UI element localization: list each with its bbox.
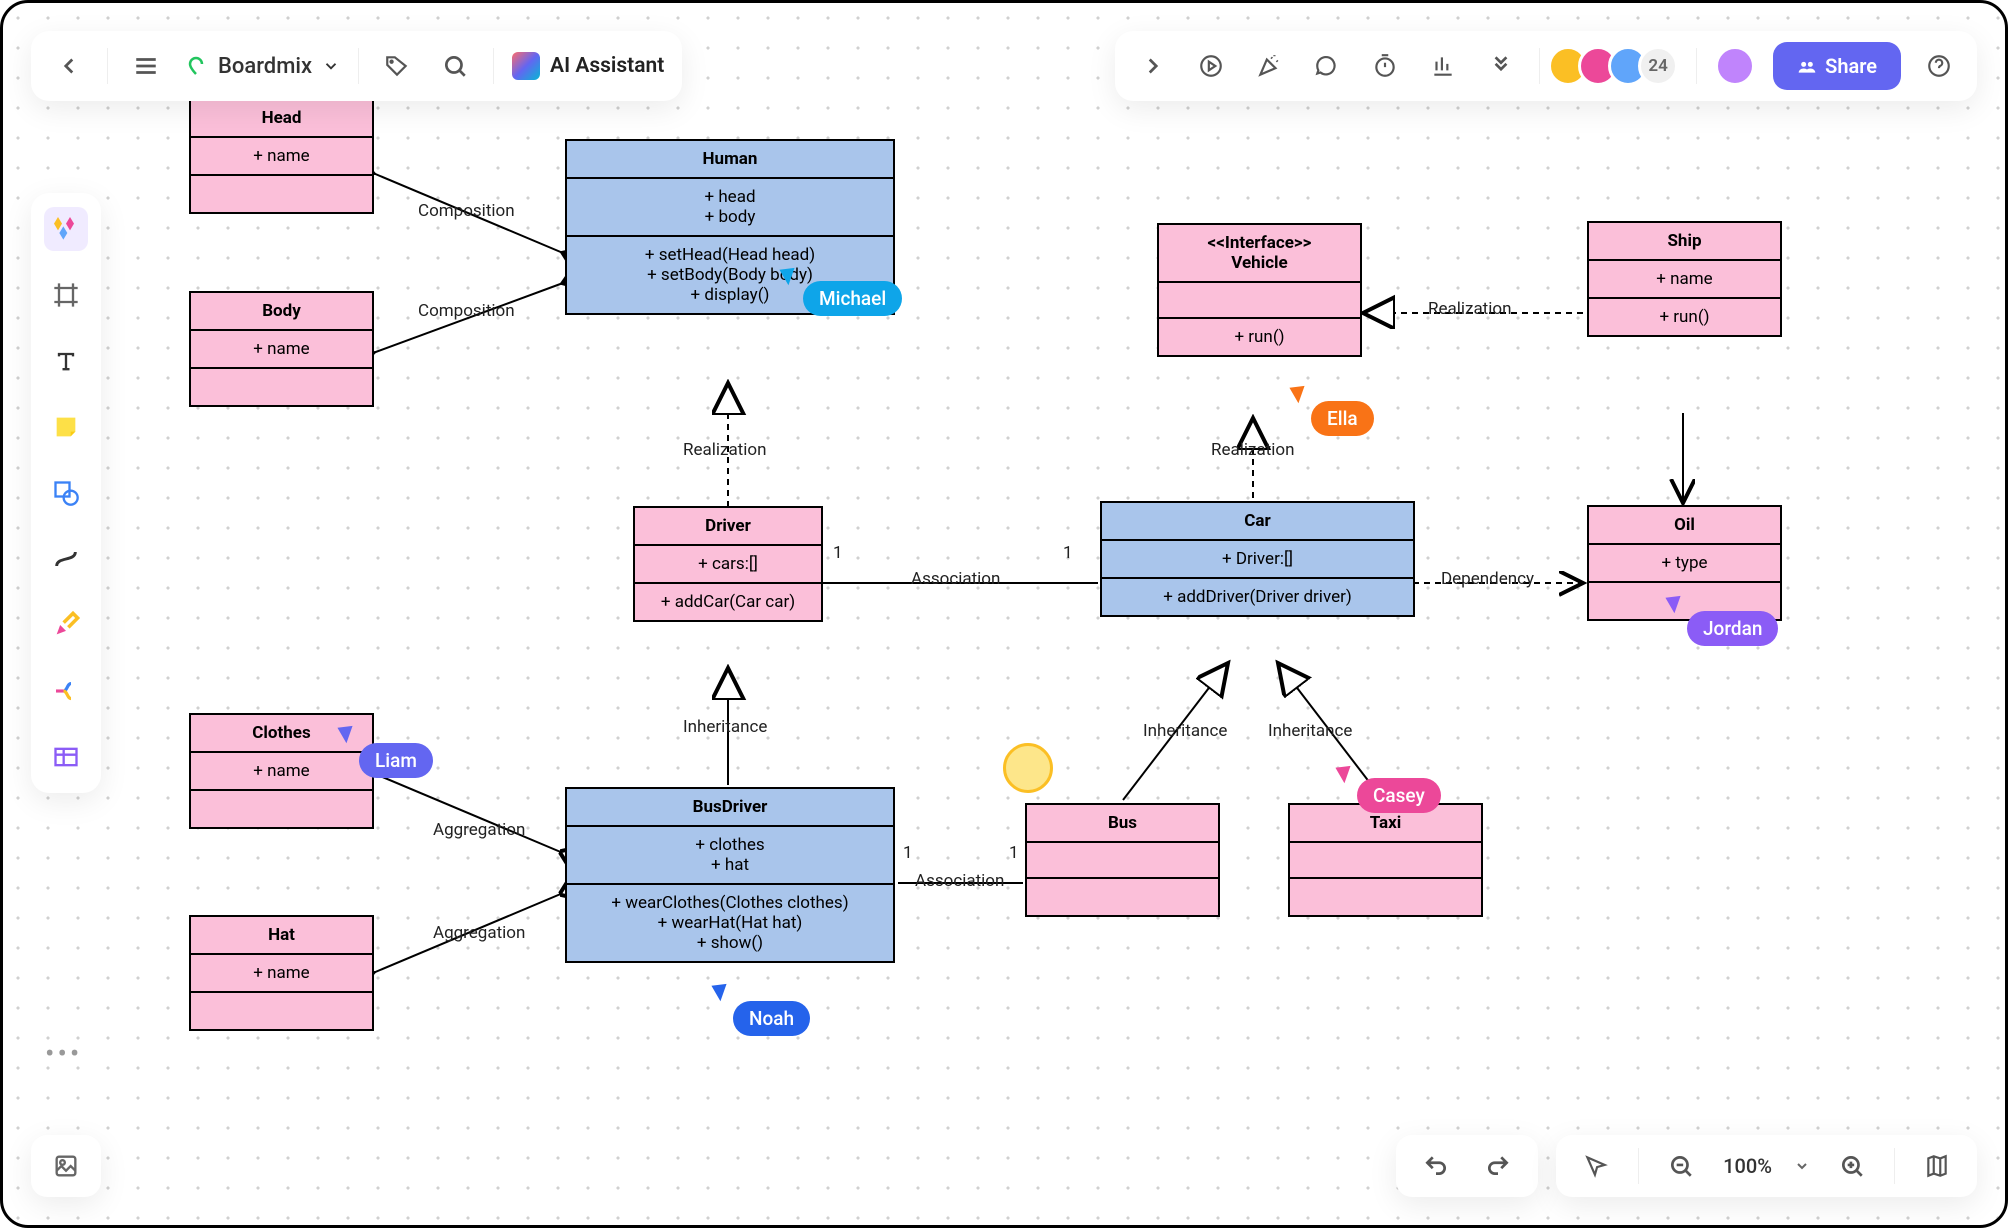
rel-label: Inheritance: [1143, 721, 1227, 741]
rel-label: Realization: [683, 440, 766, 460]
comment-button[interactable]: [1307, 46, 1347, 86]
rel-label: Aggregation: [433, 923, 525, 943]
cursor-noah: Noah: [733, 1001, 810, 1036]
collaborator-avatars[interactable]: 24: [1558, 46, 1678, 86]
zoom-out-button[interactable]: [1661, 1146, 1701, 1186]
multiplicity: 1: [833, 543, 843, 563]
cursor-casey: Casey: [1357, 778, 1441, 813]
tag-button[interactable]: [377, 46, 417, 86]
zoom-level[interactable]: 100%: [1723, 1154, 1772, 1178]
chevron-down-icon[interactable]: [1794, 1158, 1810, 1174]
more-apps-button[interactable]: [1481, 46, 1521, 86]
cursor-liam: Liam: [359, 743, 433, 778]
pen-tool[interactable]: [44, 603, 88, 647]
templates-tool[interactable]: [44, 207, 88, 251]
ai-assistant-button[interactable]: AI Assistant: [512, 52, 664, 80]
ai-logo-icon: [512, 52, 540, 80]
class-hat[interactable]: Hat + name: [189, 915, 374, 1031]
cursor-ella: Ella: [1311, 401, 1374, 436]
vote-button[interactable]: [1423, 46, 1463, 86]
bottom-toolbar: 100%: [1396, 1135, 1977, 1197]
topbar-left: Boardmix AI Assistant: [31, 31, 682, 101]
table-tool[interactable]: [44, 735, 88, 779]
class-driver[interactable]: Driver + cars:[] + addCar(Car car): [633, 506, 823, 622]
rel-label: Dependency: [1441, 569, 1534, 589]
multiplicity: 1: [1009, 843, 1019, 863]
frame-tool[interactable]: [44, 273, 88, 317]
left-toolbar: [31, 193, 101, 793]
selector-tool[interactable]: [1576, 1146, 1616, 1186]
class-vehicle[interactable]: <<Interface>>Vehicle + run(): [1157, 223, 1362, 357]
connector-tool[interactable]: [44, 537, 88, 581]
sticky-note-tool[interactable]: [44, 405, 88, 449]
rel-label: Inheritance: [1268, 721, 1352, 741]
timer-button[interactable]: [1365, 46, 1405, 86]
rel-label: Inheritance: [683, 717, 767, 737]
avatar-count: 24: [1638, 46, 1678, 86]
rel-label: Realization: [1211, 440, 1294, 460]
cursor-michael: Michael: [803, 281, 902, 316]
class-head[interactable]: Head + name: [189, 98, 374, 214]
multiplicity: 1: [1063, 543, 1073, 563]
board-title-dropdown[interactable]: Boardmix: [184, 54, 340, 79]
rel-label: Aggregation: [433, 820, 525, 840]
class-attrs: + name: [191, 138, 372, 176]
class-car[interactable]: Car + Driver:[] + addDriver(Driver drive…: [1100, 501, 1415, 617]
share-button[interactable]: Share: [1773, 42, 1901, 90]
board-title-text: Boardmix: [218, 54, 312, 79]
class-taxi[interactable]: Taxi: [1288, 803, 1483, 917]
class-body[interactable]: Body + name: [189, 291, 374, 407]
minimap-button[interactable]: [1917, 1146, 1957, 1186]
text-tool[interactable]: [44, 339, 88, 383]
rel-label: Composition: [418, 301, 515, 321]
multiplicity: 1: [903, 843, 913, 863]
mindmap-tool[interactable]: [44, 669, 88, 713]
search-button[interactable]: [435, 46, 475, 86]
present-button[interactable]: [1191, 46, 1231, 86]
layers-button[interactable]: [31, 1135, 101, 1197]
topbar-right: 24 Share: [1115, 31, 1977, 101]
floating-avatar: [1003, 743, 1053, 793]
redo-button[interactable]: [1478, 1146, 1518, 1186]
class-bus[interactable]: Bus: [1025, 803, 1220, 917]
expand-button[interactable]: [1133, 46, 1173, 86]
class-title: Head: [191, 100, 372, 138]
class-ship[interactable]: Ship + name + run(): [1587, 221, 1782, 337]
back-button[interactable]: [49, 46, 89, 86]
rel-label: Composition: [418, 201, 515, 221]
class-busdriver[interactable]: BusDriver + clothes+ hat + wearClothes(C…: [565, 787, 895, 963]
menu-button[interactable]: [126, 46, 166, 86]
rel-label: Association: [915, 871, 1004, 891]
more-tools[interactable]: •••: [45, 1037, 82, 1070]
user-avatar[interactable]: [1715, 46, 1755, 86]
rel-label: Association: [911, 569, 1000, 589]
help-button[interactable]: [1919, 46, 1959, 86]
cursor-jordan: Jordan: [1687, 611, 1778, 646]
undo-button[interactable]: [1416, 1146, 1456, 1186]
rel-label: Realization: [1428, 299, 1511, 319]
zoom-in-button[interactable]: [1832, 1146, 1872, 1186]
celebrate-button[interactable]: [1249, 46, 1289, 86]
shape-tool[interactable]: [44, 471, 88, 515]
